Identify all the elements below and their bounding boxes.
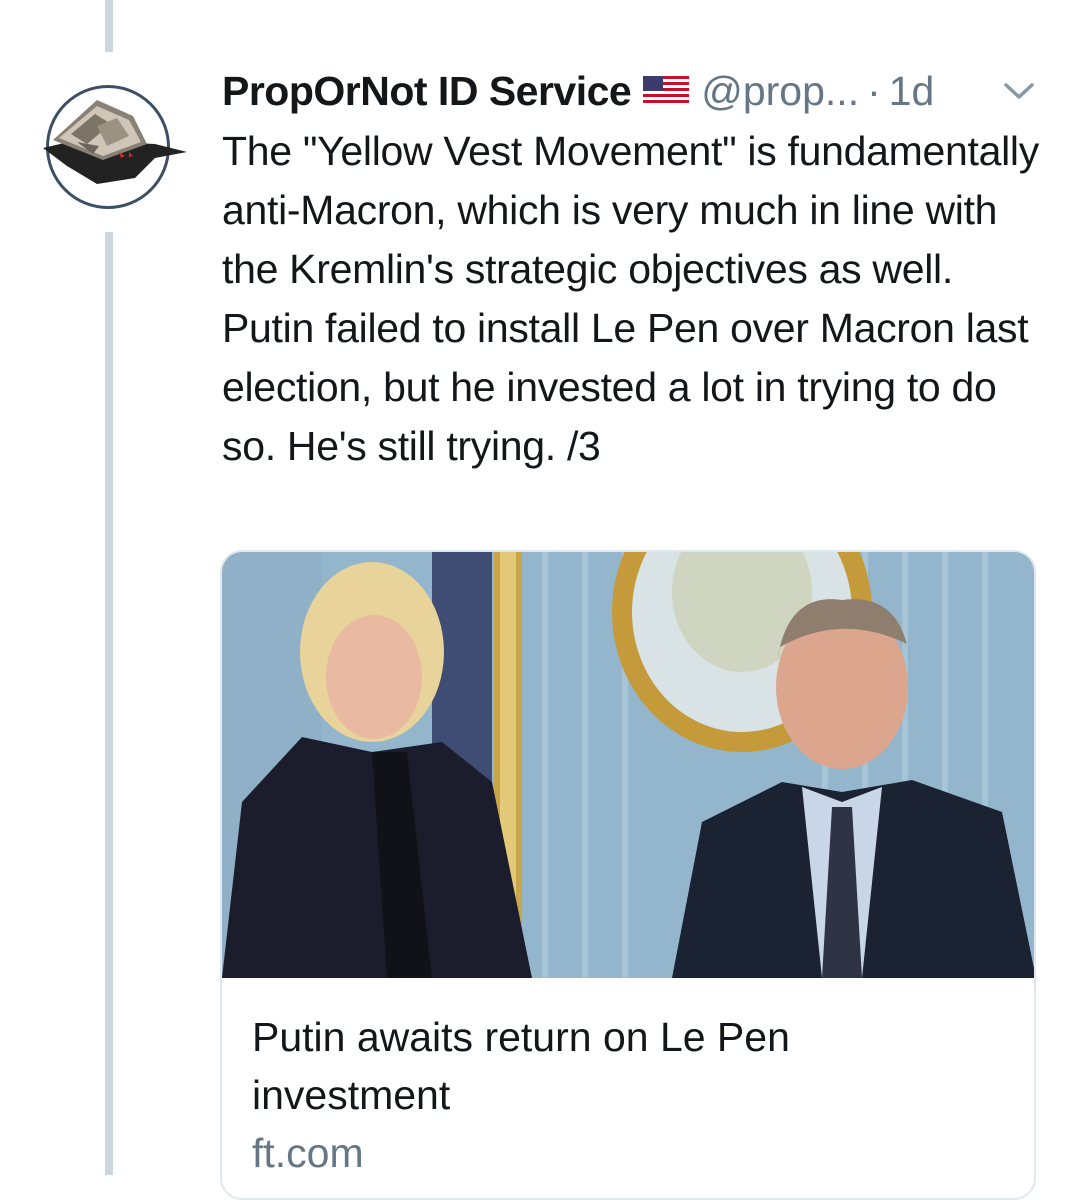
display-name[interactable]: PropOrNot ID Service (222, 68, 632, 115)
link-card[interactable]: Putin awaits return on Le Pen investment… (220, 550, 1036, 1200)
tweet-header: PropOrNot ID Service @prop... · 1d (222, 68, 934, 114)
thread-line-bottom (105, 232, 113, 1175)
thread-line-top (105, 0, 113, 52)
us-flag-icon (643, 76, 690, 106)
handle[interactable]: @prop... (701, 68, 859, 115)
chevron-down-icon[interactable] (1002, 80, 1036, 102)
separator-dot: · (867, 67, 881, 114)
proporNot-logo-icon (43, 100, 187, 184)
avatar[interactable] (43, 85, 187, 209)
timestamp[interactable]: 1d (889, 68, 935, 115)
article-photo (222, 552, 1034, 978)
card-title: Putin awaits return on Le Pen investment (252, 1014, 790, 1118)
tweet-text: The "Yellow Vest Movement" is fundamenta… (222, 128, 1039, 469)
card-domain: ft.com (252, 1130, 364, 1176)
